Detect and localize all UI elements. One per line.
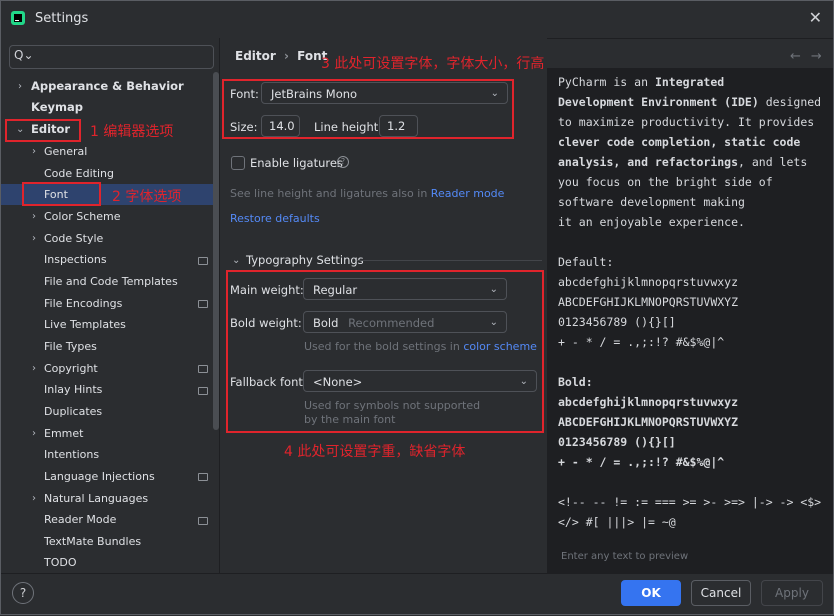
- window-frame: [0, 0, 834, 615]
